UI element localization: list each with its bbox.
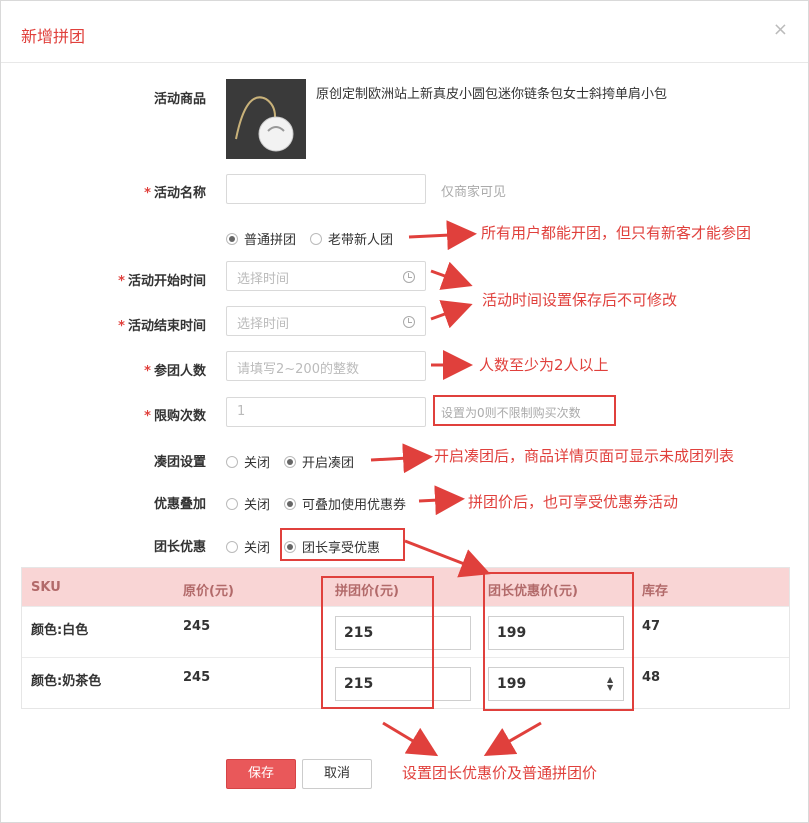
annotation-text: 人数至少为2人以上 [479, 356, 609, 374]
add-group-buy-dialog: 新增拼团 × 活动商品 原创定制欧洲站上新真皮小圆包迷你链条包女士斜挎单肩小包 … [0, 0, 809, 823]
annotation-arrows [370, 220, 542, 757]
annotation-text: 所有用户都能开团，但只有新客才能参团 [481, 224, 752, 242]
annotation-text: 活动时间设置保存后不可修改 [482, 291, 678, 309]
annotation-text: 设置团长优惠价及普通拼团价 [402, 764, 598, 782]
annotation-text: 拼团价后，也可享受优惠券活动 [468, 493, 679, 511]
annotation-text: 开启凑团后，商品详情页面可显示未成团列表 [434, 447, 735, 465]
